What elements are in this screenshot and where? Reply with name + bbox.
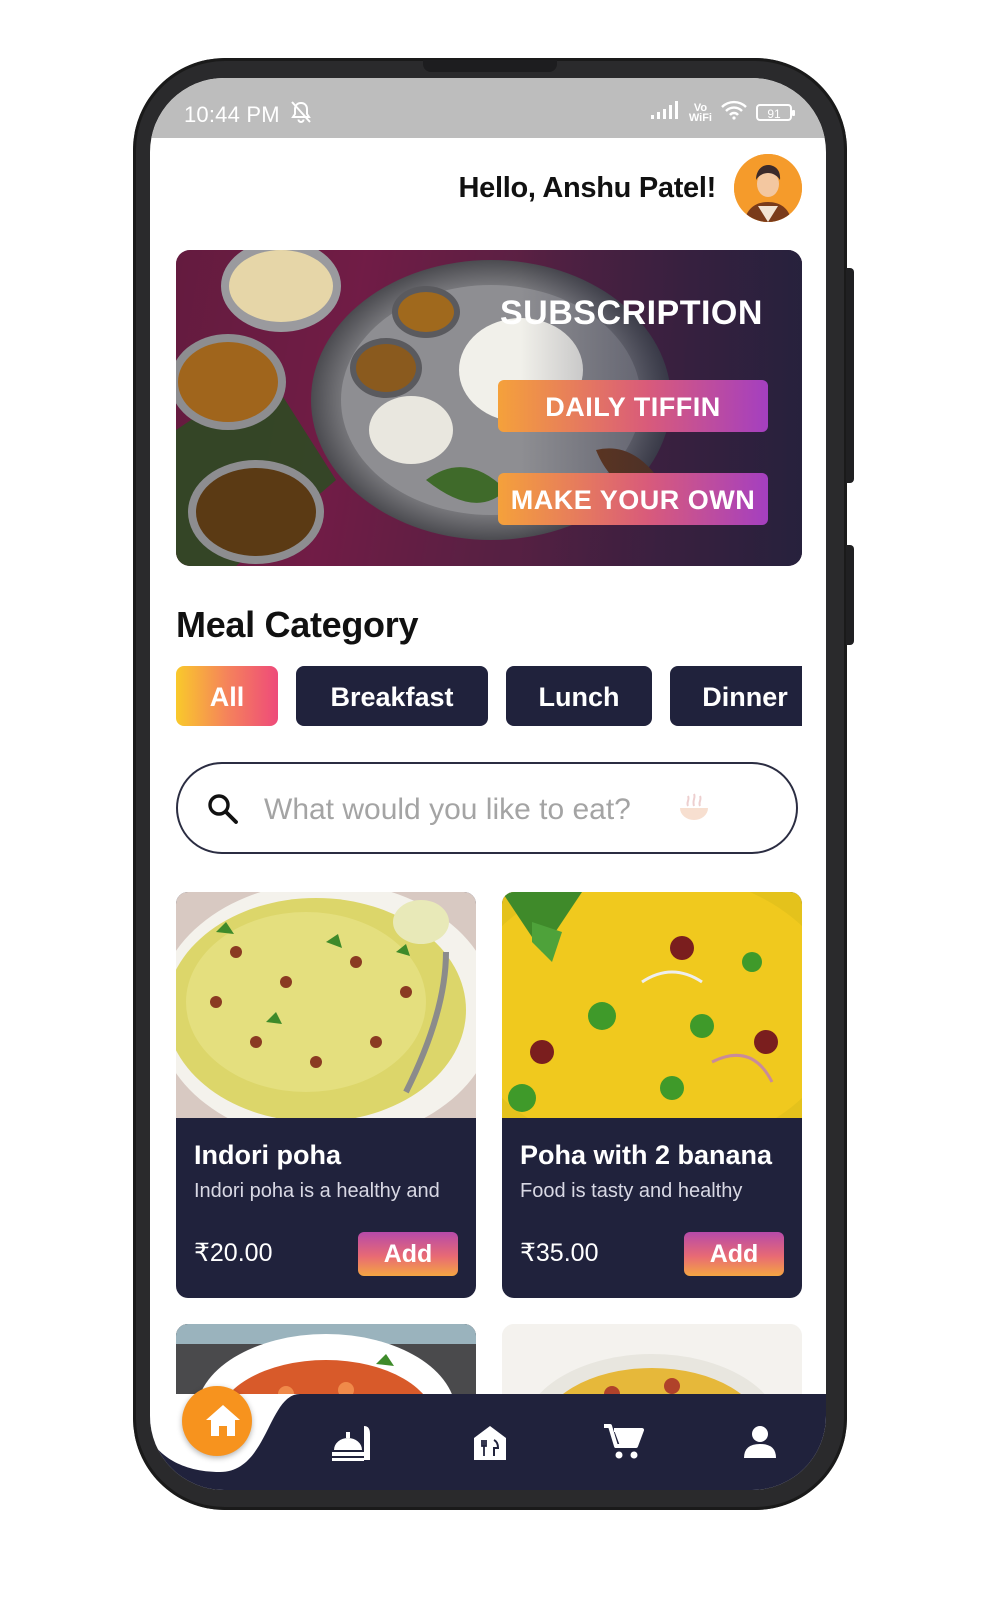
nav-meals-button[interactable] bbox=[330, 1420, 374, 1464]
meals-icon bbox=[332, 1426, 370, 1461]
meal-price: ₹20.00 bbox=[194, 1239, 273, 1267]
category-chips: All Breakfast Lunch Dinner bbox=[176, 666, 802, 728]
status-bar: 10:44 PM Vo WiFi 91 bbox=[150, 78, 826, 138]
home-icon bbox=[206, 1405, 240, 1436]
cart-icon bbox=[604, 1424, 644, 1459]
phone-notch bbox=[423, 60, 557, 72]
meal-category-title: Meal Category bbox=[176, 604, 419, 645]
status-time: 10:44 PM bbox=[184, 102, 280, 127]
meal-card[interactable]: Poha with 2 banana Food is tasty and hea… bbox=[502, 892, 802, 1298]
battery-icon: 91 bbox=[756, 104, 795, 121]
make-your-own-button[interactable]: MAKE YOUR OWN bbox=[498, 473, 768, 525]
volume-button bbox=[846, 268, 854, 483]
nav-kitchen-button[interactable] bbox=[468, 1420, 512, 1464]
meal-card[interactable]: Indori poha Indori poha is a healthy and… bbox=[176, 892, 476, 1298]
category-breakfast-chip[interactable]: Breakfast bbox=[296, 666, 488, 726]
search-icon bbox=[206, 792, 240, 831]
meal-price: ₹35.00 bbox=[520, 1239, 599, 1267]
nav-home-button[interactable] bbox=[182, 1386, 252, 1456]
meal-description: Food is tasty and healthy bbox=[520, 1180, 743, 1202]
wifi-icon bbox=[720, 100, 748, 125]
search-bar bbox=[176, 762, 798, 854]
daily-tiffin-button[interactable]: DAILY TIFFIN bbox=[498, 380, 768, 432]
nav-profile-button[interactable] bbox=[738, 1420, 782, 1464]
user-avatar[interactable] bbox=[734, 154, 802, 222]
category-dinner-chip[interactable]: Dinner bbox=[670, 666, 802, 726]
profile-icon bbox=[744, 1426, 776, 1458]
category-all-chip[interactable]: All bbox=[176, 666, 278, 726]
power-button bbox=[846, 545, 854, 645]
noodle-bowl-icon bbox=[676, 790, 712, 831]
add-to-cart-button[interactable]: Add bbox=[684, 1232, 784, 1276]
vowifi-bottom: WiFi bbox=[688, 111, 712, 124]
kitchen-icon bbox=[474, 1426, 506, 1460]
poha-banana-image bbox=[502, 892, 802, 1118]
vowifi-label: Vo WiFi bbox=[688, 102, 712, 124]
meal-name: Poha with 2 banana bbox=[520, 1140, 773, 1170]
status-icons: Vo WiFi 91 bbox=[650, 100, 795, 125]
meal-name: Indori poha bbox=[194, 1140, 341, 1170]
signal-icon bbox=[650, 101, 681, 124]
app-screen: 10:44 PM Vo WiFi 91 Hello, Anshu Patel! … bbox=[150, 78, 826, 1490]
add-to-cart-button[interactable]: Add bbox=[358, 1232, 458, 1276]
search-input[interactable] bbox=[262, 784, 746, 836]
bell-muted-icon bbox=[290, 100, 312, 129]
battery-level: 91 bbox=[767, 107, 781, 121]
greeting-text: Hello, Anshu Patel! bbox=[458, 172, 717, 204]
subscription-banner: SUBSCRIPTION DAILY TIFFIN MAKE YOUR OWN bbox=[176, 250, 802, 566]
category-lunch-chip[interactable]: Lunch bbox=[506, 666, 652, 726]
meal-description: Indori poha is a healthy and bbox=[194, 1180, 440, 1202]
nav-cart-button[interactable] bbox=[602, 1420, 646, 1464]
subscription-title: SUBSCRIPTION bbox=[500, 294, 763, 332]
indori-poha-image bbox=[176, 892, 476, 1118]
